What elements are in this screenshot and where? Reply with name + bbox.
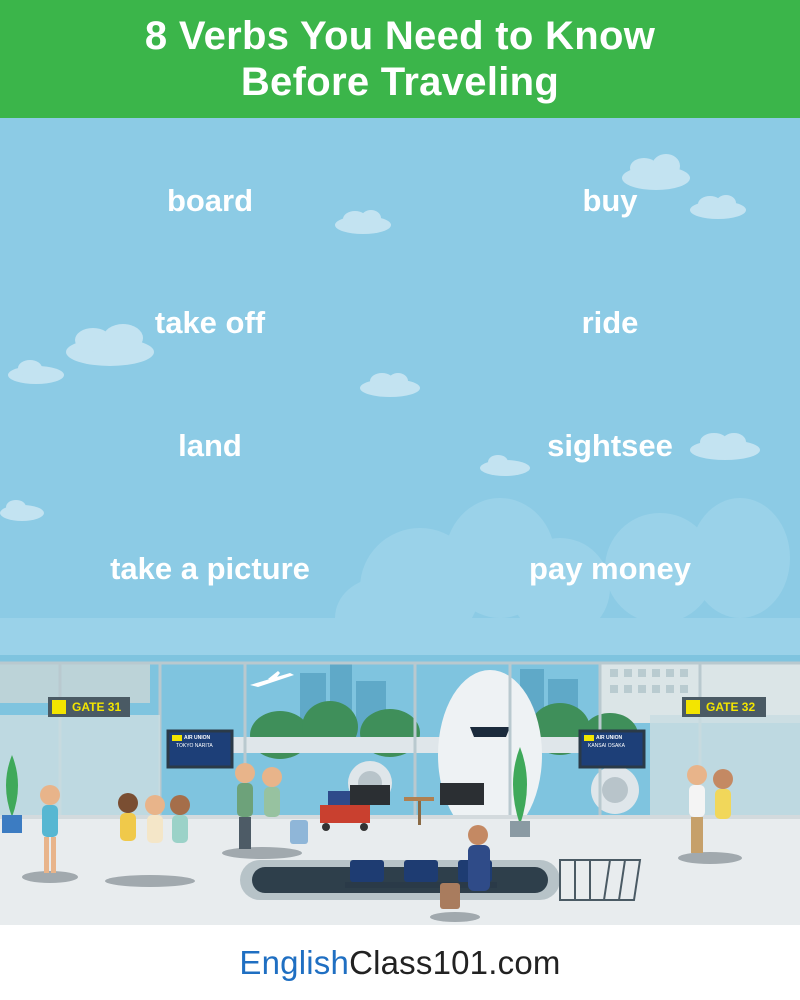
title-line-1: 8 Verbs You Need to Know <box>144 14 656 58</box>
verb-buy: buy <box>582 183 638 218</box>
flight-board-left-airline: AIR UNION <box>184 735 211 741</box>
flight-board-left-destination: TOKYO NARITA <box>176 743 213 749</box>
infographic: 8 Verbs You Need to Know Before Travelin… <box>0 0 800 1000</box>
verb-ride: ride <box>581 305 639 340</box>
airport-scene: GATE 31 GATE 32 AIR UNION TOKYO NARITA A… <box>0 655 800 925</box>
brand-class101: Class101 <box>349 943 489 981</box>
title-line-2: Before Traveling <box>240 60 560 104</box>
brand-dotcom: .com <box>488 943 561 981</box>
brand-footer: English Class101 .com <box>0 925 800 1000</box>
airport-illustration <box>0 655 800 925</box>
verb-pay-money: pay money <box>529 551 691 586</box>
cloud-icon <box>8 360 64 384</box>
flight-board-right-destination: KANSAI OSAKA <box>588 743 625 749</box>
gate-32-label: GATE 32 <box>706 700 756 714</box>
verb-land: land <box>178 428 242 463</box>
verb-sightsee: sightsee <box>547 428 673 463</box>
flight-board-right-airline: AIR UNION <box>596 735 623 741</box>
verb-board: board <box>166 183 254 218</box>
cloud-icon <box>0 500 44 521</box>
gate-31-label: GATE 31 <box>72 700 122 714</box>
verb-take-off: take off <box>154 305 266 340</box>
sky-background: board buy take off ride land sightsee ta… <box>0 118 800 663</box>
brand-english: English <box>239 943 350 981</box>
moving-walkway <box>240 860 560 900</box>
verb-take-a-picture: take a picture <box>110 551 310 586</box>
title-banner: 8 Verbs You Need to Know Before Travelin… <box>0 0 800 118</box>
cloud-icon <box>360 373 420 397</box>
